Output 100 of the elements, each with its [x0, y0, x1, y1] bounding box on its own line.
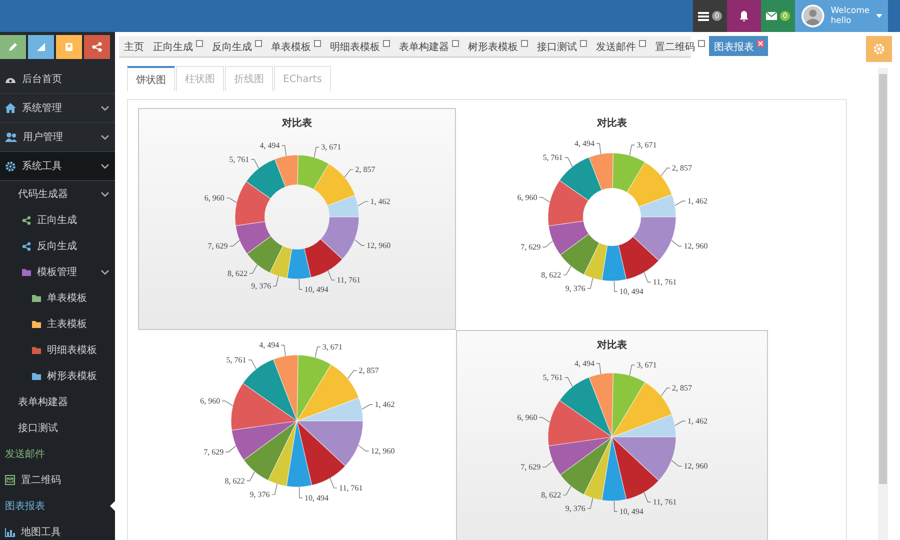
data-label: 12, 960	[370, 446, 395, 456]
data-label: 3, 671	[322, 342, 342, 352]
data-label: 2, 857	[355, 165, 376, 174]
tab[interactable]: 明细表模板	[325, 36, 394, 56]
sidebar-item[interactable]: 主表模板	[0, 311, 115, 337]
folder-icon	[32, 346, 41, 354]
close-icon[interactable]	[196, 40, 203, 47]
envelope-icon	[766, 12, 777, 20]
data-label: 3, 671	[636, 360, 657, 370]
leader-line	[272, 276, 279, 286]
tab[interactable]: 树形表模板	[463, 36, 532, 56]
leader-line	[314, 346, 321, 358]
leader-line	[246, 471, 255, 482]
sidebar-item[interactable]: 代码生成器	[0, 181, 115, 207]
leader-line	[344, 169, 354, 178]
data-label: 6, 960	[517, 412, 538, 422]
sidebar-item[interactable]: 系统管理	[0, 94, 115, 123]
data-label: 7, 629	[520, 242, 541, 252]
data-label: 4, 494	[574, 358, 594, 368]
sidebar-item[interactable]: 用户管理	[0, 123, 115, 152]
shortcut-button[interactable]	[0, 35, 26, 59]
folder-icon	[32, 320, 41, 328]
tab[interactable]: 饼状图	[127, 66, 175, 91]
data-label: 4, 494	[260, 141, 280, 150]
close-icon[interactable]	[639, 40, 646, 47]
leader-line	[674, 420, 686, 426]
tab[interactable]: 反向生成	[207, 36, 266, 56]
leader-line	[347, 370, 358, 379]
sidebar-item[interactable]: 置二维码	[0, 467, 115, 493]
sidebar-item[interactable]: 表单构建器	[0, 389, 115, 415]
sidebar-item[interactable]: 图表报表	[0, 493, 115, 519]
leader-line	[614, 500, 618, 512]
tab[interactable]: 表单构建器	[394, 36, 463, 56]
leader-line	[539, 417, 550, 422]
chevron-down-icon	[101, 192, 109, 196]
data-label: 1, 462	[374, 400, 395, 410]
data-label: 9, 376	[565, 284, 586, 293]
chevron-down-icon	[101, 164, 109, 168]
leader-line	[358, 201, 369, 206]
leader-line	[596, 363, 602, 374]
tab[interactable]: 单表模板	[266, 36, 325, 56]
tab[interactable]: 正向生成	[148, 36, 207, 56]
leader-line	[596, 143, 602, 154]
chevron-down-icon	[101, 270, 109, 274]
tab[interactable]: 发送邮件	[591, 36, 650, 56]
sidebar-item[interactable]: 单表模板	[0, 285, 115, 311]
data-label: 7, 629	[204, 447, 224, 456]
folder-icon	[32, 294, 41, 302]
leader-line	[282, 145, 286, 156]
shortcut-button[interactable]	[28, 35, 54, 59]
leader-line	[660, 168, 670, 176]
close-icon[interactable]	[698, 40, 705, 47]
tab[interactable]: 置二维码	[650, 36, 709, 56]
sidebar-item[interactable]: 接口测试	[0, 415, 115, 441]
data-label: 2, 857	[358, 366, 379, 376]
data-label: 3, 671	[321, 142, 342, 152]
chart-title: 对比表	[597, 116, 627, 131]
pie-slice	[297, 154, 330, 190]
tab[interactable]: 图表报表	[709, 36, 768, 56]
close-icon[interactable]	[580, 40, 587, 47]
sidebar-item[interactable]: 反向生成	[0, 233, 115, 259]
close-icon[interactable]	[452, 40, 459, 47]
close-icon[interactable]	[521, 40, 528, 47]
sidebar-item[interactable]: 正向生成	[0, 207, 115, 233]
list-icon	[698, 12, 709, 20]
notification-button[interactable]	[727, 0, 761, 32]
close-icon[interactable]	[255, 40, 262, 47]
bar-chart-icon	[5, 528, 15, 536]
sidebar-item[interactable]: 树形表模板	[0, 363, 115, 389]
leader-line	[272, 484, 278, 495]
data-label: 4, 494	[259, 340, 280, 350]
share-icon	[92, 42, 102, 52]
leader-line	[314, 146, 320, 158]
data-label: 6, 960	[200, 396, 220, 406]
sidebar-item[interactable]: 后台首页	[0, 65, 115, 94]
sidebar-item[interactable]: 地图工具	[0, 519, 115, 540]
leader-line	[250, 159, 259, 168]
leader-line	[674, 200, 686, 206]
data-label: 1, 462	[688, 196, 708, 206]
leader-line	[644, 272, 652, 282]
shortcut-button[interactable]	[84, 35, 110, 59]
leader-line	[671, 240, 682, 246]
data-label: 11, 761	[652, 498, 677, 507]
close-icon[interactable]	[383, 40, 390, 47]
tab[interactable]: 接口测试	[532, 36, 591, 56]
sidebar-item[interactable]: 明细表模板	[0, 337, 115, 363]
chart-title: 对比表	[282, 116, 312, 131]
chevron-down-icon	[101, 106, 109, 110]
leader-line	[542, 240, 553, 248]
tab[interactable]: 主页	[119, 36, 148, 56]
leader-line	[660, 388, 670, 396]
leader-line	[542, 460, 553, 468]
data-label: 10, 494	[619, 287, 644, 296]
data-label: 5, 761	[229, 154, 250, 164]
sidebar-item[interactable]: 发送邮件	[0, 441, 115, 467]
sidebar-item[interactable]: 模板管理	[0, 259, 115, 285]
scrollbar[interactable]	[878, 68, 888, 540]
close-icon[interactable]	[314, 40, 321, 47]
sidebar-item[interactable]: 系统工具	[0, 152, 115, 181]
leader-line	[629, 144, 635, 156]
